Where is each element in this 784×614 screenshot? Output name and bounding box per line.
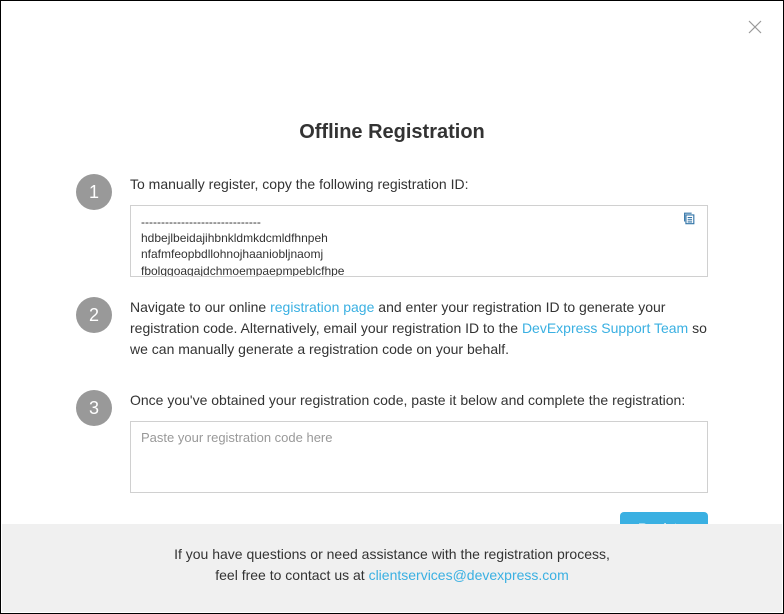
step-3-body: Once you've obtained your registration c… — [130, 390, 708, 544]
registration-id-wrapper: ------------------------------ hdbejlbei… — [130, 205, 708, 277]
footer: If you have questions or need assistance… — [2, 524, 782, 612]
footer-line1: If you have questions or need assistance… — [2, 544, 782, 565]
step-number-2: 2 — [76, 297, 112, 333]
step-2-text: Navigate to our online registration page… — [130, 297, 708, 360]
footer-line2: feel free to contact us at clientservice… — [2, 565, 782, 586]
step-2: 2 Navigate to our online registration pa… — [76, 297, 708, 370]
step-3-text: Once you've obtained your registration c… — [130, 390, 708, 411]
registration-code-input[interactable] — [130, 421, 708, 493]
registration-id-box[interactable]: ------------------------------ hdbejlbei… — [130, 205, 708, 277]
page-title: Offline Registration — [76, 121, 708, 144]
step-1-body: To manually register, copy the following… — [130, 174, 708, 277]
contact-email-link[interactable]: clientservices@devexpress.com — [369, 567, 569, 583]
copy-icon[interactable] — [682, 211, 696, 225]
step-2-pre: Navigate to our online — [130, 299, 270, 315]
step-3: 3 Once you've obtained your registration… — [76, 390, 708, 544]
step-number-3: 3 — [76, 390, 112, 426]
main-content: Offline Registration 1 To manually regis… — [1, 1, 783, 544]
step-1: 1 To manually register, copy the followi… — [76, 174, 708, 277]
footer-line2-pre: feel free to contact us at — [215, 567, 368, 583]
step-1-text: To manually register, copy the following… — [130, 174, 708, 195]
step-2-body: Navigate to our online registration page… — [130, 297, 708, 370]
close-icon[interactable] — [747, 19, 763, 35]
registration-page-link[interactable]: registration page — [270, 299, 374, 315]
support-team-link[interactable]: DevExpress Support Team — [522, 320, 688, 336]
step-number-1: 1 — [76, 174, 112, 210]
